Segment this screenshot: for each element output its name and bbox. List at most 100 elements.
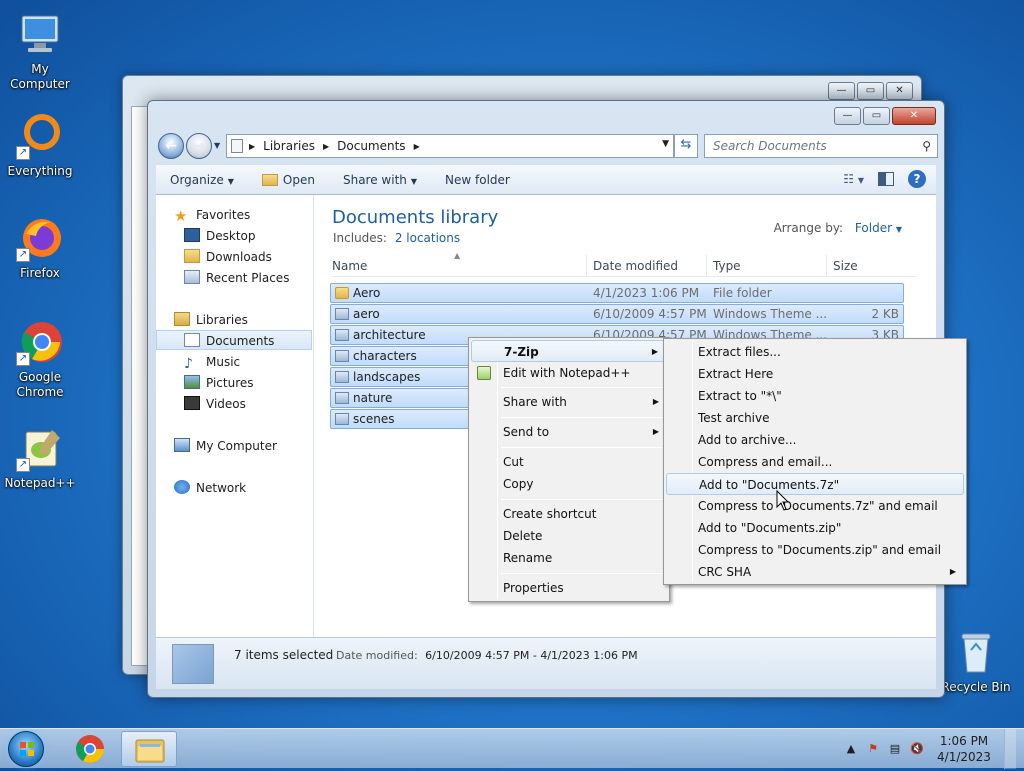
menu-item-extract-here[interactable]: Extract Here [666,363,964,385]
nav-favorites[interactable]: ★ Favorites [174,205,250,225]
desktop-icon-firefox[interactable]: ↗ Firefox [0,214,80,281]
nav-network[interactable]: Network [174,478,246,498]
navigation-pane: ★ Favorites Desktop Downloads Recent Plac… [156,195,314,637]
start-button[interactable] [8,731,44,767]
nav-libraries[interactable]: Libraries [174,310,248,330]
nav-my-computer[interactable]: My Computer [174,436,277,456]
column-separator[interactable] [586,255,587,277]
menu-item-add-to-archive[interactable]: Add to archive... [666,429,964,451]
menu-label: Test archive [698,411,770,425]
preview-pane-icon[interactable] [878,172,894,186]
menu-item-add-to-documents-7z[interactable]: Add to "Documents.7z" [666,473,964,495]
address-dropdown-icon[interactable]: ▼ [662,139,669,149]
nav-label: Downloads [206,250,272,264]
menu-item-7zip[interactable]: 7-Zip ▶ [471,340,667,362]
nav-music[interactable]: ♪ Music [184,352,240,372]
maximize-button[interactable]: ▭ [857,82,884,100]
desktop-icon-notepadpp[interactable]: ↗ Notepad++ [0,424,80,491]
column-date-modified[interactable]: Date modified [593,259,678,273]
nav-videos[interactable]: Videos [184,394,246,414]
file-row-characters[interactable]: characters [330,346,470,366]
videos-icon [184,396,200,410]
menu-item-delete[interactable]: Delete [471,525,667,547]
help-icon[interactable]: ? [908,170,926,188]
refresh-button[interactable]: ⇆ [674,134,698,158]
menu-item-crc-sha[interactable]: CRC SHA ▶ [666,561,964,583]
taskbar-explorer[interactable] [121,731,177,767]
menu-item-properties[interactable]: Properties [471,577,667,599]
desktop-icon-chrome[interactable]: ↗ Google Chrome [0,318,80,400]
nav-recent-places[interactable]: Recent Places [184,268,289,288]
close-button[interactable]: ✕ [892,107,936,125]
arrange-by-dropdown[interactable]: Folder ▼ [855,221,902,235]
menu-item-compress-and-email[interactable]: Compress and email... [666,451,964,473]
column-separator[interactable] [826,255,827,277]
theme-file-icon [335,308,349,320]
breadcrumb-libraries[interactable]: Libraries [263,139,315,153]
menu-item-send-to[interactable]: Send to ▶ [471,421,667,443]
back-button[interactable]: ← [158,133,184,159]
clock[interactable]: 1:06 PM 4/1/2023 [932,733,996,765]
network-icon[interactable]: ▤ [888,742,902,756]
menu-item-test-archive[interactable]: Test archive [666,407,964,429]
open-button[interactable]: Open [248,173,329,187]
desktop-icon-everything[interactable]: ↗ Everything [0,112,80,179]
file-row-landscapes[interactable]: landscapes [330,367,470,387]
show-hidden-icons-icon[interactable]: ▲ [844,742,858,756]
command-bar: Organize ▼ Open Share with ▼ New folder ☷ … [156,165,936,195]
menu-item-share-with[interactable]: Share with ▶ [471,391,667,413]
clock-time: 1:06 PM [939,734,989,748]
menu-item-compress-7z-email[interactable]: Compress to "Documents.7z" and email [666,495,964,517]
menu-label: Share with [503,395,567,409]
breadcrumb-separator[interactable]: ▶ [414,142,420,151]
show-desktop-button[interactable] [1004,729,1016,769]
menu-item-edit-notepadpp[interactable]: Edit with Notepad++ [471,362,667,384]
nav-pictures[interactable]: Pictures [184,373,254,393]
recent-places-icon [184,270,200,284]
menu-item-compress-zip-email[interactable]: Compress to "Documents.zip" and email [666,539,964,561]
menu-item-copy[interactable]: Copy [471,473,667,495]
column-separator[interactable] [706,255,707,277]
breadcrumb-separator[interactable]: ▶ [249,142,255,151]
recent-pages-dropdown[interactable]: ▼ [214,141,220,150]
view-options-icon[interactable]: ☷ ▼ [843,172,864,186]
theme-file-icon [335,371,349,383]
taskbar-chrome[interactable] [62,731,118,767]
search-input[interactable]: Search Documents ⚲ [704,134,938,158]
column-type[interactable]: Type [713,259,741,273]
menu-item-extract-to[interactable]: Extract to "*\" [666,385,964,407]
menu-label: Compress and email... [698,455,833,469]
action-center-icon[interactable]: ⚑ [866,742,880,756]
file-row-nature[interactable]: nature [330,388,470,408]
address-bar[interactable]: ▶ Libraries ▶ Documents ▶ ▼ [226,134,674,158]
menu-item-create-shortcut[interactable]: Create shortcut [471,503,667,525]
shortcut-arrow-icon: ↗ [16,248,30,262]
nav-desktop[interactable]: Desktop [184,226,256,246]
menu-item-cut[interactable]: Cut [471,451,667,473]
file-row-aero-folder[interactable]: Aero 4/1/2023 1:06 PM File folder [330,283,904,303]
nav-documents[interactable]: Documents [156,330,312,350]
file-row-aero[interactable]: aero 6/10/2009 4:57 PM Windows Theme ...… [330,304,904,324]
column-name[interactable]: Name [332,259,367,273]
forward-button[interactable]: → [186,133,212,159]
maximize-button[interactable]: ▭ [863,107,890,125]
minimize-button[interactable]: — [834,107,861,125]
menu-item-add-to-documents-zip[interactable]: Add to "Documents.zip" [666,517,964,539]
menu-item-extract-files[interactable]: Extract files... [666,341,964,363]
date-label: Date modified: [336,649,418,662]
volume-muted-icon[interactable]: 🔇 [910,742,924,756]
desktop-icon-my-computer[interactable]: My Computer [0,10,80,92]
locations-link[interactable]: 2 locations [395,231,460,245]
breadcrumb-separator[interactable]: ▶ [323,142,329,151]
organize-button[interactable]: Organize ▼ [156,173,248,187]
new-folder-button[interactable]: New folder [431,173,524,187]
share-with-button[interactable]: Share with ▼ [329,173,431,187]
close-button[interactable]: ✕ [886,82,913,100]
menu-item-rename[interactable]: Rename [471,547,667,569]
breadcrumb-documents[interactable]: Documents [337,139,405,153]
nav-downloads[interactable]: Downloads [184,247,272,267]
column-size[interactable]: Size [833,259,858,273]
minimize-button[interactable]: — [828,82,855,100]
file-row-scenes[interactable]: scenes [330,409,470,429]
desktop-icon-recycle-bin[interactable]: Recycle Bin [936,630,1016,695]
